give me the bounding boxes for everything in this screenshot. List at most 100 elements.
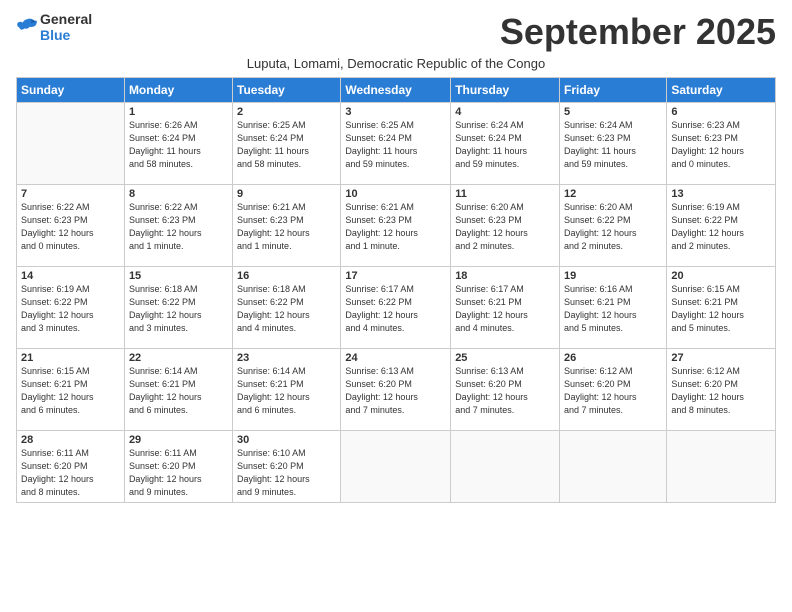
day-info: Sunrise: 6:14 AM Sunset: 6:21 PM Dayligh…	[129, 365, 228, 417]
calendar-cell: 30Sunrise: 6:10 AM Sunset: 6:20 PM Dayli…	[233, 430, 341, 502]
day-info: Sunrise: 6:25 AM Sunset: 6:24 PM Dayligh…	[237, 119, 336, 171]
logo: General Blue	[16, 12, 92, 44]
calendar-cell: 18Sunrise: 6:17 AM Sunset: 6:21 PM Dayli…	[451, 266, 560, 348]
calendar-cell	[667, 430, 776, 502]
day-number: 28	[21, 434, 120, 446]
calendar-cell: 26Sunrise: 6:12 AM Sunset: 6:20 PM Dayli…	[560, 348, 667, 430]
day-header-saturday: Saturday	[667, 77, 776, 102]
day-number: 24	[345, 352, 446, 364]
day-info: Sunrise: 6:20 AM Sunset: 6:23 PM Dayligh…	[455, 201, 555, 253]
calendar-cell: 8Sunrise: 6:22 AM Sunset: 6:23 PM Daylig…	[124, 184, 232, 266]
day-info: Sunrise: 6:19 AM Sunset: 6:22 PM Dayligh…	[671, 201, 771, 253]
day-info: Sunrise: 6:10 AM Sunset: 6:20 PM Dayligh…	[237, 447, 336, 499]
day-number: 4	[455, 106, 555, 118]
calendar-cell: 1Sunrise: 6:26 AM Sunset: 6:24 PM Daylig…	[124, 102, 232, 184]
calendar-cell: 23Sunrise: 6:14 AM Sunset: 6:21 PM Dayli…	[233, 348, 341, 430]
day-info: Sunrise: 6:20 AM Sunset: 6:22 PM Dayligh…	[564, 201, 662, 253]
day-number: 16	[237, 270, 336, 282]
day-number: 30	[237, 434, 336, 446]
day-number: 19	[564, 270, 662, 282]
day-number: 25	[455, 352, 555, 364]
calendar-cell: 2Sunrise: 6:25 AM Sunset: 6:24 PM Daylig…	[233, 102, 341, 184]
day-header-friday: Friday	[560, 77, 667, 102]
day-number: 8	[129, 188, 228, 200]
day-header-monday: Monday	[124, 77, 232, 102]
calendar-cell: 13Sunrise: 6:19 AM Sunset: 6:22 PM Dayli…	[667, 184, 776, 266]
calendar: SundayMondayTuesdayWednesdayThursdayFrid…	[16, 77, 776, 503]
day-number: 23	[237, 352, 336, 364]
day-number: 11	[455, 188, 555, 200]
day-number: 5	[564, 106, 662, 118]
month-title: September 2025	[500, 12, 776, 52]
day-number: 20	[671, 270, 771, 282]
day-number: 18	[455, 270, 555, 282]
day-header-sunday: Sunday	[17, 77, 125, 102]
calendar-cell: 12Sunrise: 6:20 AM Sunset: 6:22 PM Dayli…	[560, 184, 667, 266]
calendar-cell: 6Sunrise: 6:23 AM Sunset: 6:23 PM Daylig…	[667, 102, 776, 184]
day-info: Sunrise: 6:15 AM Sunset: 6:21 PM Dayligh…	[671, 283, 771, 335]
day-number: 7	[21, 188, 120, 200]
day-number: 2	[237, 106, 336, 118]
calendar-cell: 29Sunrise: 6:11 AM Sunset: 6:20 PM Dayli…	[124, 430, 232, 502]
logo-bird-icon	[16, 17, 38, 35]
day-info: Sunrise: 6:13 AM Sunset: 6:20 PM Dayligh…	[455, 365, 555, 417]
day-info: Sunrise: 6:26 AM Sunset: 6:24 PM Dayligh…	[129, 119, 228, 171]
calendar-cell: 11Sunrise: 6:20 AM Sunset: 6:23 PM Dayli…	[451, 184, 560, 266]
calendar-cell: 7Sunrise: 6:22 AM Sunset: 6:23 PM Daylig…	[17, 184, 125, 266]
day-number: 3	[345, 106, 446, 118]
day-number: 21	[21, 352, 120, 364]
day-number: 15	[129, 270, 228, 282]
day-number: 9	[237, 188, 336, 200]
day-info: Sunrise: 6:12 AM Sunset: 6:20 PM Dayligh…	[671, 365, 771, 417]
day-header-tuesday: Tuesday	[233, 77, 341, 102]
calendar-cell: 22Sunrise: 6:14 AM Sunset: 6:21 PM Dayli…	[124, 348, 232, 430]
day-info: Sunrise: 6:11 AM Sunset: 6:20 PM Dayligh…	[21, 447, 120, 499]
calendar-cell: 20Sunrise: 6:15 AM Sunset: 6:21 PM Dayli…	[667, 266, 776, 348]
calendar-cell	[17, 102, 125, 184]
day-info: Sunrise: 6:12 AM Sunset: 6:20 PM Dayligh…	[564, 365, 662, 417]
calendar-cell: 15Sunrise: 6:18 AM Sunset: 6:22 PM Dayli…	[124, 266, 232, 348]
calendar-cell: 5Sunrise: 6:24 AM Sunset: 6:23 PM Daylig…	[560, 102, 667, 184]
day-info: Sunrise: 6:18 AM Sunset: 6:22 PM Dayligh…	[237, 283, 336, 335]
day-info: Sunrise: 6:16 AM Sunset: 6:21 PM Dayligh…	[564, 283, 662, 335]
title-section: September 2025	[500, 12, 776, 52]
day-info: Sunrise: 6:19 AM Sunset: 6:22 PM Dayligh…	[21, 283, 120, 335]
calendar-cell: 21Sunrise: 6:15 AM Sunset: 6:21 PM Dayli…	[17, 348, 125, 430]
calendar-cell	[451, 430, 560, 502]
logo-general: General	[40, 11, 92, 27]
day-info: Sunrise: 6:21 AM Sunset: 6:23 PM Dayligh…	[237, 201, 336, 253]
calendar-cell: 24Sunrise: 6:13 AM Sunset: 6:20 PM Dayli…	[341, 348, 451, 430]
day-info: Sunrise: 6:23 AM Sunset: 6:23 PM Dayligh…	[671, 119, 771, 171]
day-number: 26	[564, 352, 662, 364]
day-info: Sunrise: 6:15 AM Sunset: 6:21 PM Dayligh…	[21, 365, 120, 417]
day-number: 22	[129, 352, 228, 364]
calendar-cell: 14Sunrise: 6:19 AM Sunset: 6:22 PM Dayli…	[17, 266, 125, 348]
calendar-cell: 16Sunrise: 6:18 AM Sunset: 6:22 PM Dayli…	[233, 266, 341, 348]
day-info: Sunrise: 6:14 AM Sunset: 6:21 PM Dayligh…	[237, 365, 336, 417]
calendar-cell: 17Sunrise: 6:17 AM Sunset: 6:22 PM Dayli…	[341, 266, 451, 348]
calendar-cell	[560, 430, 667, 502]
day-info: Sunrise: 6:22 AM Sunset: 6:23 PM Dayligh…	[21, 201, 120, 253]
calendar-cell: 10Sunrise: 6:21 AM Sunset: 6:23 PM Dayli…	[341, 184, 451, 266]
day-info: Sunrise: 6:13 AM Sunset: 6:20 PM Dayligh…	[345, 365, 446, 417]
day-number: 1	[129, 106, 228, 118]
day-number: 27	[671, 352, 771, 364]
calendar-cell: 4Sunrise: 6:24 AM Sunset: 6:24 PM Daylig…	[451, 102, 560, 184]
day-info: Sunrise: 6:18 AM Sunset: 6:22 PM Dayligh…	[129, 283, 228, 335]
day-info: Sunrise: 6:24 AM Sunset: 6:23 PM Dayligh…	[564, 119, 662, 171]
day-info: Sunrise: 6:21 AM Sunset: 6:23 PM Dayligh…	[345, 201, 446, 253]
subtitle: Luputa, Lomami, Democratic Republic of t…	[16, 56, 776, 71]
day-number: 6	[671, 106, 771, 118]
calendar-cell: 3Sunrise: 6:25 AM Sunset: 6:24 PM Daylig…	[341, 102, 451, 184]
day-number: 29	[129, 434, 228, 446]
day-info: Sunrise: 6:11 AM Sunset: 6:20 PM Dayligh…	[129, 447, 228, 499]
calendar-cell: 19Sunrise: 6:16 AM Sunset: 6:21 PM Dayli…	[560, 266, 667, 348]
day-info: Sunrise: 6:22 AM Sunset: 6:23 PM Dayligh…	[129, 201, 228, 253]
day-number: 17	[345, 270, 446, 282]
day-header-wednesday: Wednesday	[341, 77, 451, 102]
day-number: 14	[21, 270, 120, 282]
calendar-cell	[341, 430, 451, 502]
calendar-cell: 9Sunrise: 6:21 AM Sunset: 6:23 PM Daylig…	[233, 184, 341, 266]
day-header-thursday: Thursday	[451, 77, 560, 102]
calendar-cell: 25Sunrise: 6:13 AM Sunset: 6:20 PM Dayli…	[451, 348, 560, 430]
